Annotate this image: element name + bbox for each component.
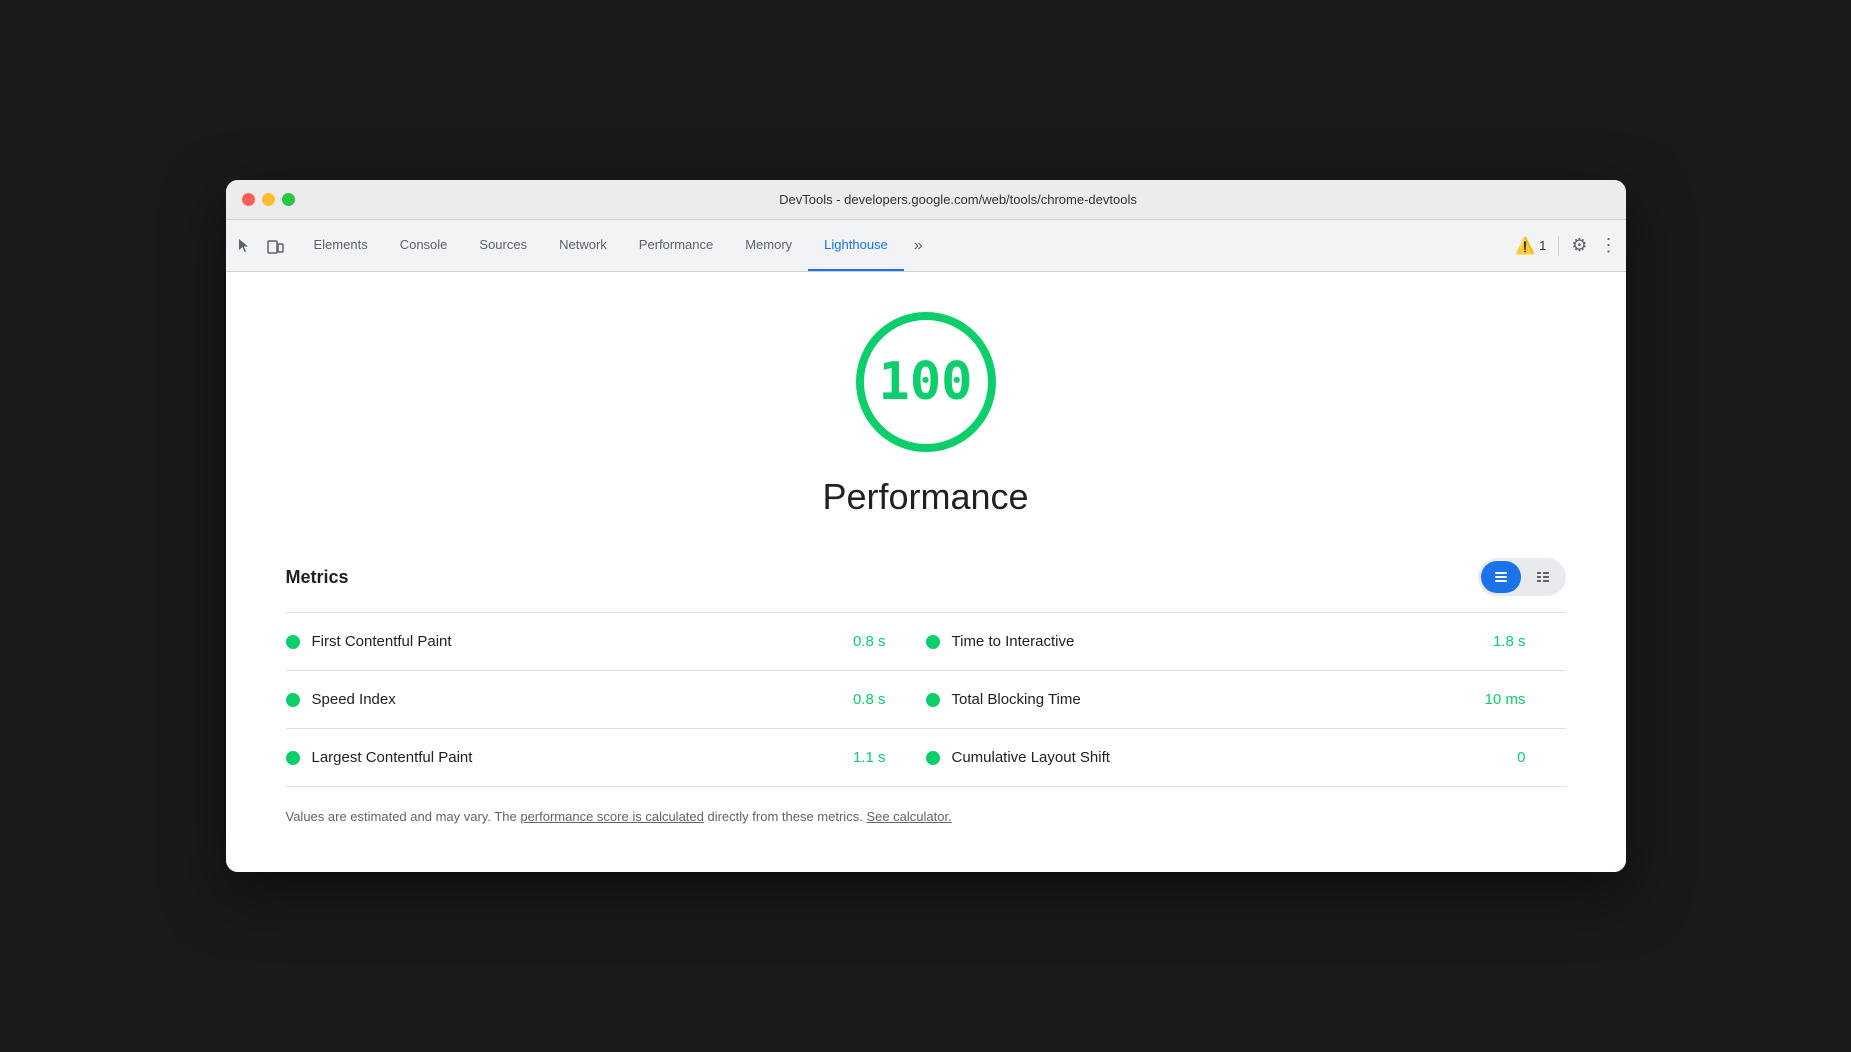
traffic-lights bbox=[242, 193, 295, 206]
metric-dot-left-1 bbox=[286, 693, 300, 707]
metric-name-right-2: Cumulative Layout Shift bbox=[952, 749, 1466, 766]
tab-performance[interactable]: Performance bbox=[623, 220, 729, 271]
score-circle: 100 bbox=[856, 312, 996, 452]
metric-left-2: Largest Contentful Paint bbox=[286, 749, 826, 766]
tab-elements[interactable]: Elements bbox=[298, 220, 384, 271]
tab-lighthouse[interactable]: Lighthouse bbox=[808, 220, 904, 271]
metrics-grid: First Contentful Paint 0.8 s Time to Int… bbox=[286, 613, 1566, 787]
metric-dot-right-1 bbox=[926, 693, 940, 707]
tab-overflow-button[interactable]: » bbox=[904, 220, 933, 271]
metric-value-right-2: 0 bbox=[1466, 749, 1526, 766]
metrics-header: Metrics bbox=[286, 558, 1566, 596]
window-title: DevTools - developers.google.com/web/too… bbox=[307, 192, 1610, 207]
list-view-button[interactable] bbox=[1523, 561, 1563, 593]
tabs-list: Elements Console Sources Network Perform… bbox=[298, 220, 1516, 271]
metric-dot-left-0 bbox=[286, 635, 300, 649]
cursor-icon[interactable] bbox=[234, 235, 256, 257]
metric-value-left-2: 1.1 s bbox=[826, 749, 886, 766]
metric-left-0: First Contentful Paint bbox=[286, 633, 826, 650]
view-toggle bbox=[1478, 558, 1566, 596]
metric-row-1: Speed Index 0.8 s Total Blocking Time 10… bbox=[286, 671, 1566, 729]
metric-value-left-0: 0.8 s bbox=[826, 633, 886, 650]
metric-right-2: Cumulative Layout Shift bbox=[926, 749, 1466, 766]
metrics-section: Metrics bbox=[286, 558, 1566, 827]
metric-name-left-0: First Contentful Paint bbox=[312, 633, 452, 650]
panel-content: 100 Performance Metrics bbox=[226, 272, 1626, 872]
toolbar-actions: ⚠️ 1 ⚙ ⋮ bbox=[1515, 235, 1617, 256]
toolbar-icons bbox=[234, 235, 286, 257]
metric-name-right-0: Time to Interactive bbox=[952, 633, 1466, 650]
warning-badge[interactable]: ⚠️ 1 bbox=[1515, 236, 1546, 256]
table-view-button[interactable] bbox=[1481, 561, 1521, 593]
performance-score-link[interactable]: performance score is calculated bbox=[520, 809, 704, 824]
calculator-link[interactable]: See calculator. bbox=[866, 809, 951, 824]
metric-name-right-1: Total Blocking Time bbox=[952, 691, 1466, 708]
metrics-title: Metrics bbox=[286, 567, 349, 588]
score-container: 100 Performance bbox=[286, 312, 1566, 518]
score-value: 100 bbox=[879, 352, 973, 412]
toolbar-divider bbox=[1558, 236, 1559, 256]
metric-value-left-1: 0.8 s bbox=[826, 691, 886, 708]
metric-dot-right-2 bbox=[926, 751, 940, 765]
metric-right-0: Time to Interactive bbox=[926, 633, 1466, 650]
devtools-window: DevTools - developers.google.com/web/too… bbox=[226, 180, 1626, 872]
metric-row-0: First Contentful Paint 0.8 s Time to Int… bbox=[286, 613, 1566, 671]
title-bar: DevTools - developers.google.com/web/too… bbox=[226, 180, 1626, 220]
metric-name-left-2: Largest Contentful Paint bbox=[312, 749, 473, 766]
more-options-icon[interactable]: ⋮ bbox=[1600, 235, 1618, 256]
tab-memory[interactable]: Memory bbox=[729, 220, 808, 271]
close-button[interactable] bbox=[242, 193, 255, 206]
device-toggle-icon[interactable] bbox=[264, 235, 286, 257]
metric-value-right-0: 1.8 s bbox=[1466, 633, 1526, 650]
score-category: Performance bbox=[822, 476, 1028, 518]
lighthouse-panel: 100 Performance Metrics bbox=[226, 272, 1626, 867]
metric-dot-right-0 bbox=[926, 635, 940, 649]
tab-network[interactable]: Network bbox=[543, 220, 623, 271]
devtools-toolbar: Elements Console Sources Network Perform… bbox=[226, 220, 1626, 272]
tab-console[interactable]: Console bbox=[384, 220, 464, 271]
settings-icon[interactable]: ⚙ bbox=[1571, 235, 1587, 256]
metric-right-1: Total Blocking Time bbox=[926, 691, 1466, 708]
footer-note: Values are estimated and may vary. The p… bbox=[286, 807, 1566, 827]
maximize-button[interactable] bbox=[282, 193, 295, 206]
minimize-button[interactable] bbox=[262, 193, 275, 206]
metric-dot-left-2 bbox=[286, 751, 300, 765]
tab-sources[interactable]: Sources bbox=[463, 220, 543, 271]
warning-icon: ⚠️ bbox=[1515, 236, 1535, 256]
metric-value-right-1: 10 ms bbox=[1466, 691, 1526, 708]
metric-left-1: Speed Index bbox=[286, 691, 826, 708]
metric-name-left-1: Speed Index bbox=[312, 691, 396, 708]
metric-row-2: Largest Contentful Paint 1.1 s Cumulativ… bbox=[286, 729, 1566, 787]
